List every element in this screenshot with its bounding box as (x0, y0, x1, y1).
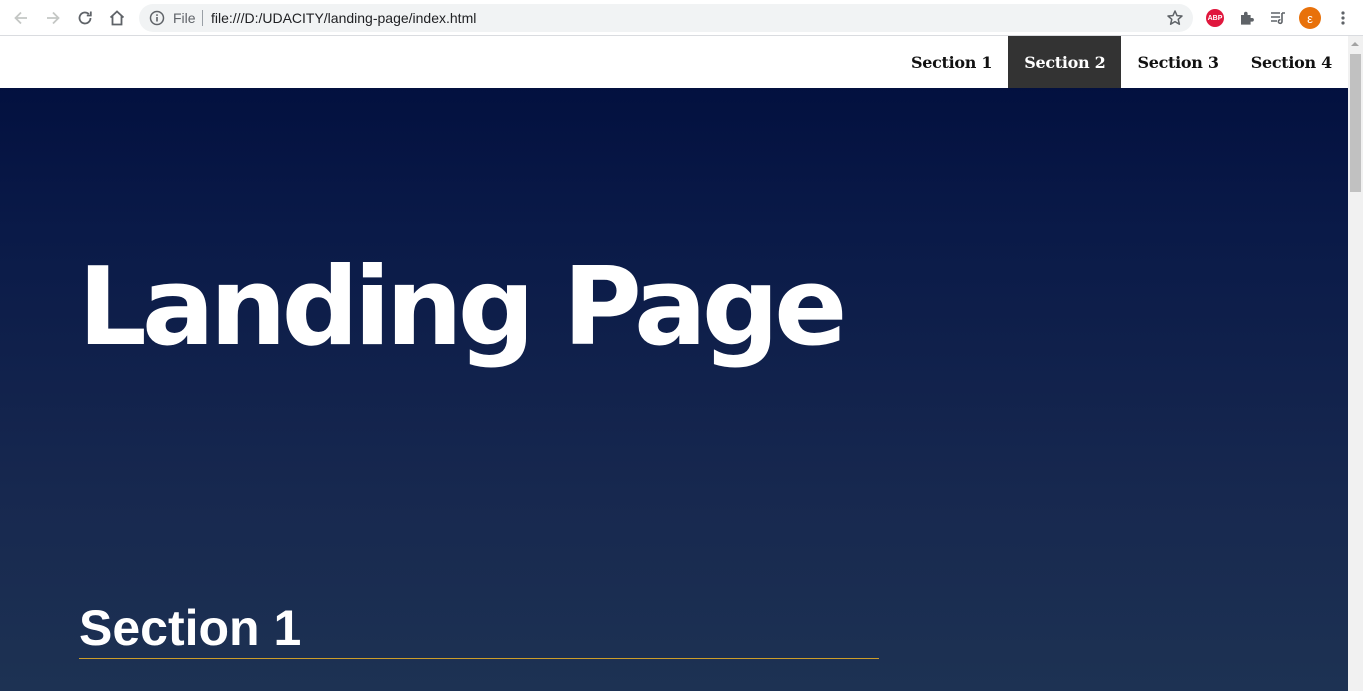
kebab-menu-icon (1341, 11, 1345, 25)
nav-item-section-2[interactable]: Section 2 (1008, 36, 1122, 88)
url-scheme-label: File (173, 10, 196, 26)
nav-item-section-3[interactable]: Section 3 (1121, 36, 1234, 88)
section-1-heading: Section 1 (79, 600, 302, 656)
avatar: ε (1299, 7, 1321, 29)
media-icon (1271, 12, 1285, 25)
abp-icon: ABP (1206, 9, 1224, 27)
omnibox-divider (202, 10, 203, 26)
reload-button[interactable] (69, 2, 101, 34)
profile-button[interactable]: ε (1299, 7, 1321, 29)
extensions-button[interactable] (1236, 7, 1258, 29)
nav-item-section-4[interactable]: Section 4 (1235, 36, 1348, 88)
browser-toolbar: File file:///D:/UDACITY/landing-page/ind… (0, 0, 1363, 36)
url-text[interactable]: file:///D:/UDACITY/landing-page/index.ht… (211, 10, 476, 26)
scrollbar[interactable] (1348, 36, 1363, 691)
adblock-extension-button[interactable]: ABP (1204, 7, 1226, 29)
back-button[interactable] (5, 2, 37, 34)
back-icon (14, 11, 27, 25)
navbar-list: Section 1 Section 2 Section 3 Section 4 (895, 36, 1348, 88)
section-divider (79, 658, 879, 659)
info-icon[interactable] (148, 9, 166, 27)
reload-icon (78, 11, 92, 25)
home-button[interactable] (101, 2, 133, 34)
scrollbar-thumb[interactable] (1350, 54, 1361, 192)
address-bar[interactable]: File file:///D:/UDACITY/landing-page/ind… (139, 4, 1193, 32)
home-icon (109, 10, 125, 26)
browser-menu-button[interactable] (1332, 7, 1354, 29)
forward-icon (47, 11, 60, 25)
puzzle-icon (1241, 11, 1254, 25)
page-viewport: Section 1 Section 2 Section 3 Section 4 … (0, 36, 1363, 691)
page-title: Landing Page (78, 245, 847, 370)
star-icon[interactable] (1165, 8, 1185, 28)
scroll-up-arrow-icon[interactable] (1351, 42, 1359, 46)
media-controls-button[interactable] (1267, 7, 1289, 29)
nav-item-section-1[interactable]: Section 1 (895, 36, 1008, 88)
forward-button[interactable] (37, 2, 69, 34)
navbar: Section 1 Section 2 Section 3 Section 4 (0, 36, 1348, 88)
landing-page: Section 1 Section 2 Section 3 Section 4 … (0, 36, 1348, 691)
